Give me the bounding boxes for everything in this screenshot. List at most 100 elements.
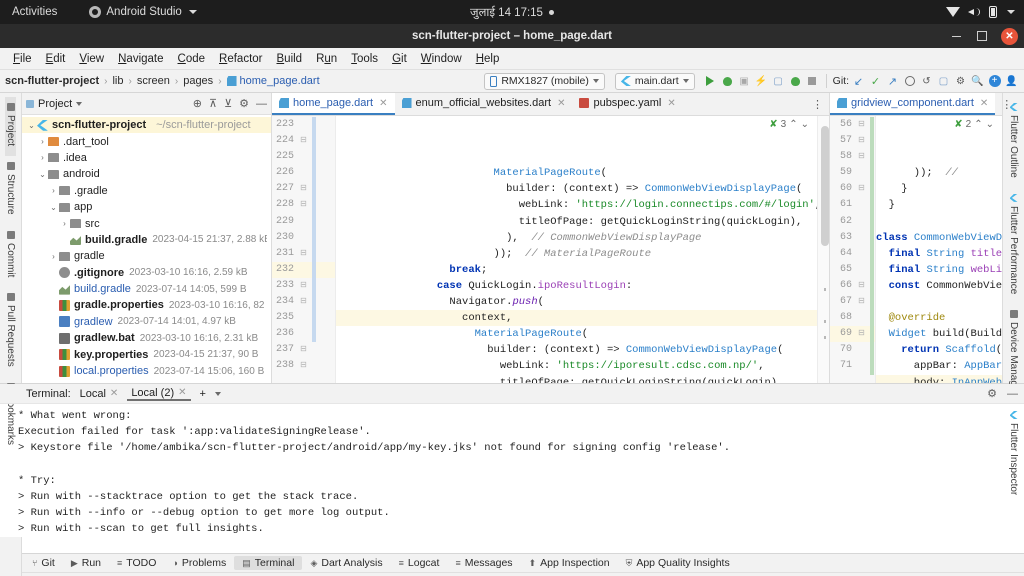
- tree-node[interactable]: ›.gradle: [22, 183, 271, 199]
- menu-code[interactable]: Code: [171, 51, 213, 67]
- tool-button-messages[interactable]: ≡ Messages: [447, 556, 520, 570]
- minimize-button[interactable]: [949, 29, 963, 43]
- tree-node[interactable]: ›.idea: [22, 150, 271, 166]
- fold-marker-icon[interactable]: ⊟: [298, 197, 309, 213]
- fold-marker-icon[interactable]: ⊟: [298, 278, 309, 294]
- gutter-line[interactable]: 236: [272, 326, 335, 342]
- git-update-icon[interactable]: ↙: [851, 74, 866, 89]
- run-coverage-button[interactable]: ▣: [737, 74, 752, 89]
- collapse-all-icon[interactable]: ⊻: [224, 97, 232, 110]
- gutter-line[interactable]: 70: [830, 342, 875, 358]
- chevron-right-icon[interactable]: ›: [37, 137, 48, 146]
- chevron-right-icon[interactable]: ›: [48, 186, 59, 195]
- sidebar-item-pull-requests[interactable]: Pull Requests: [5, 287, 16, 377]
- gutter-line[interactable]: 237⊟: [272, 342, 335, 358]
- breadcrumb-project[interactable]: scn-flutter-project: [5, 75, 99, 87]
- tab-overflow-menu[interactable]: ⋮: [806, 93, 829, 115]
- close-icon[interactable]: ✕: [110, 388, 118, 399]
- tree-node[interactable]: .gitignore2023-03-10 16:16, 2.59 kB: [22, 265, 271, 281]
- tree-node[interactable]: local.properties2023-07-14 15:06, 160 B: [22, 363, 271, 379]
- tool-button-problems[interactable]: ◑ Problems: [164, 556, 234, 570]
- chevron-right-icon[interactable]: ›: [37, 153, 48, 162]
- close-icon[interactable]: ✕: [980, 98, 988, 109]
- tree-node[interactable]: ›.dart_tool: [22, 133, 271, 149]
- editor-gutter-side[interactable]: 56⊟57⊟58⊟5960⊟616263646566⊟67⊟6869⊟7071: [830, 116, 876, 383]
- gutter-line[interactable]: 229: [272, 214, 335, 230]
- tree-node[interactable]: build.gradle2023-07-14 14:05, 599 B: [22, 281, 271, 297]
- code-editor-side[interactable]: 56⊟57⊟58⊟5960⊟616263646566⊟67⊟6869⊟7071 …: [830, 116, 1002, 383]
- gutter-line[interactable]: 234⊟: [272, 294, 335, 310]
- tool-button-dart-analysis[interactable]: ◈ Dart Analysis: [302, 556, 390, 570]
- fold-marker-icon[interactable]: ⊟: [856, 326, 867, 342]
- fold-marker-icon[interactable]: ⊟: [298, 133, 309, 149]
- terminal-output[interactable]: * What went wrong: Execution failed for …: [0, 404, 1024, 553]
- tab-enum-official-websites-dart[interactable]: enum_official_websites.dart ✕: [395, 93, 573, 115]
- gutter-line[interactable]: 60⊟: [830, 181, 875, 197]
- tree-node[interactable]: build.gradle2023-04-15 21:37, 2.88 kB: [22, 232, 271, 248]
- menu-tools[interactable]: Tools: [344, 51, 385, 67]
- chevron-down-icon[interactable]: ⌄: [37, 170, 48, 179]
- inspection-widget-side[interactable]: ✘ 2 ⌃ ⌄: [954, 117, 994, 133]
- add-icon[interactable]: +: [987, 74, 1002, 89]
- menu-run[interactable]: Run: [309, 51, 344, 67]
- expand-all-icon[interactable]: ⊼: [209, 97, 217, 110]
- tool-button-app-inspection[interactable]: ⬆ App Inspection: [521, 556, 618, 570]
- breadcrumb-lib[interactable]: lib: [112, 75, 123, 87]
- gutter-line[interactable]: 224⊟: [272, 133, 335, 149]
- activities-button[interactable]: Activities: [0, 6, 71, 18]
- sidebar-item-project[interactable]: Project: [5, 97, 16, 156]
- gutter-line[interactable]: 231⊟: [272, 246, 335, 262]
- tree-node[interactable]: ⌄scn-flutter-project~/scn-flutter-projec…: [22, 117, 271, 133]
- menu-refactor[interactable]: Refactor: [212, 51, 269, 67]
- gutter-line[interactable]: 228⊟: [272, 197, 335, 213]
- code-editor[interactable]: 223224⊟225226227⊟228⊟229230231⊟232233⊟23…: [272, 116, 829, 383]
- git-commit-icon[interactable]: ✓: [868, 74, 883, 89]
- run-button[interactable]: [703, 74, 718, 89]
- gutter-line[interactable]: 59: [830, 165, 875, 181]
- gutter-line[interactable]: 64: [830, 246, 875, 262]
- gutter-line[interactable]: 68: [830, 310, 875, 326]
- gutter-line[interactable]: 63: [830, 230, 875, 246]
- gutter-line[interactable]: 238⊟: [272, 358, 335, 374]
- gutter-line[interactable]: 235: [272, 310, 335, 326]
- tool-button-logcat[interactable]: ≡ Logcat: [391, 556, 448, 570]
- sdk-manager-icon[interactable]: ⚙: [953, 74, 968, 89]
- gutter-line[interactable]: 227⊟: [272, 181, 335, 197]
- breadcrumb-file[interactable]: home_page.dart: [240, 75, 320, 87]
- fold-marker-icon[interactable]: ⊟: [856, 149, 867, 165]
- tool-button-git[interactable]: ⑂ Git: [24, 556, 63, 570]
- hide-panel-icon[interactable]: —: [256, 98, 267, 110]
- fold-marker-icon[interactable]: ⊟: [856, 294, 867, 310]
- tool-button-todo[interactable]: ≡ TODO: [109, 556, 164, 570]
- code-content-side[interactable]: ✘ 2 ⌃ ⌄ )); // } } class CommonWebViewDi…: [876, 116, 1002, 383]
- fold-marker-icon[interactable]: ⊟: [298, 246, 309, 262]
- close-icon[interactable]: ✕: [667, 98, 675, 109]
- menu-navigate[interactable]: Navigate: [111, 51, 170, 67]
- tree-node[interactable]: key.properties2023-04-15 21:37, 90 B: [22, 346, 271, 362]
- prev-problem-icon[interactable]: ⌃: [789, 117, 797, 133]
- clock[interactable]: जुलाई 14 17:15: [470, 5, 554, 20]
- gear-icon[interactable]: ⚙: [239, 97, 249, 110]
- search-icon[interactable]: 🔍: [970, 74, 985, 89]
- fold-marker-icon[interactable]: ⊟: [856, 181, 867, 197]
- avatar[interactable]: 👤: [1004, 74, 1019, 89]
- tool-button-run[interactable]: ▶ Run: [63, 556, 109, 570]
- menu-file[interactable]: File: [6, 51, 39, 67]
- code-content[interactable]: ✘ 3 ⌃ ⌄ MaterialPageRoute( builder: (con…: [336, 116, 817, 383]
- tree-node[interactable]: gradlew2023-07-14 14:01, 4.97 kB: [22, 314, 271, 330]
- tool-button-app-quality-insights[interactable]: ⛨ App Quality Insights: [618, 556, 738, 570]
- sidebar-item-flutter-performance[interactable]: Flutter Performance: [1008, 188, 1019, 304]
- gear-icon[interactable]: ⚙: [987, 387, 997, 400]
- menu-help[interactable]: Help: [469, 51, 507, 67]
- editor-gutter[interactable]: 223224⊟225226227⊟228⊟229230231⊟232233⊟23…: [272, 116, 336, 383]
- system-tray[interactable]: [946, 6, 1015, 18]
- menu-edit[interactable]: Edit: [39, 51, 73, 67]
- chevron-down-icon[interactable]: [76, 102, 82, 106]
- git-push-icon[interactable]: ↗: [885, 74, 900, 89]
- close-icon[interactable]: ✕: [178, 387, 186, 398]
- chevron-down-icon[interactable]: ⌄: [26, 121, 37, 130]
- tree-node[interactable]: ›src: [22, 215, 271, 231]
- menu-window[interactable]: Window: [414, 51, 469, 67]
- tree-node[interactable]: ⌄android: [22, 166, 271, 182]
- tab-home-page-dart[interactable]: home_page.dart ✕: [272, 93, 395, 115]
